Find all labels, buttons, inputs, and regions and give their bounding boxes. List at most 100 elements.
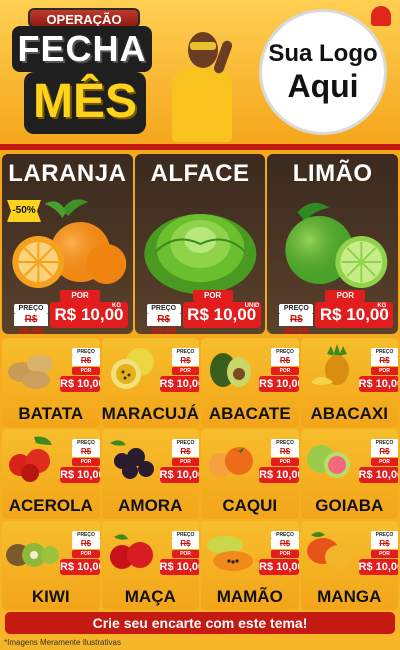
- old-price: R$ 20,00: [171, 356, 199, 375]
- old-price: R$ 20,00: [146, 314, 181, 334]
- unit-label: KG: [112, 303, 121, 309]
- promo-badge: OPERAÇÃO FECHA MÊS: [10, 8, 160, 140]
- lettuce-icon: [144, 214, 257, 294]
- por-label: POR: [192, 290, 233, 302]
- header-divider: [0, 144, 400, 150]
- product-name: AMORA: [118, 495, 183, 515]
- pineapple-icon: [310, 344, 349, 385]
- price: R$ 10,00: [259, 467, 299, 484]
- old-price: R$ 20,00: [271, 538, 299, 558]
- featured-card-laranja[interactable]: LARANJA -50% POR PREÇO R$ 20,00 R$ 10,00…: [2, 154, 133, 334]
- old-price: R$ 20,00: [72, 538, 100, 558]
- papaya-icon: [207, 535, 253, 571]
- price-tag: PREÇO R$ 20,00 POR R$ 10,00: [357, 348, 398, 398]
- price-tag: POR PREÇO R$ 20,00 R$ 10,00 KG: [277, 290, 394, 334]
- product-grid: PREÇO R$ 20,00 POR R$ 10,00 BATATA PREÇO…: [2, 338, 398, 610]
- header: OPERAÇÃO FECHA MÊS Sua Logo Aqui: [0, 0, 400, 150]
- product-name: BATATA: [18, 404, 84, 424]
- price-tag: POR PREÇO R$ 20,00 R$ 10,00 UNID: [145, 290, 261, 334]
- preco-label: PREÇO: [271, 530, 299, 539]
- price-tag: PREÇO R$ 20,00 POR R$ 10,00: [158, 439, 199, 489]
- product-name: ABACAXI: [310, 404, 388, 424]
- por-label: POR: [271, 549, 299, 558]
- cta-banner[interactable]: Crie seu encarte com este tema!: [5, 612, 395, 634]
- product-card-maracuja[interactable]: PREÇO R$ 20,00 POR R$ 10,00 MARACUJÁ: [101, 338, 199, 428]
- siren-icon: [371, 6, 391, 26]
- product-name: ABACATE: [208, 404, 291, 424]
- apple-icon: [109, 534, 153, 569]
- por-label: POR: [271, 367, 299, 375]
- acerola-icon: [9, 436, 52, 483]
- product-card-kiwi[interactable]: PREÇO R$ 20,00 POR R$ 10,00 KIWI: [2, 520, 100, 610]
- old-price: R$ 20,00: [370, 356, 398, 375]
- por-label: POR: [72, 367, 100, 375]
- sunglasses-icon: [190, 42, 216, 50]
- product-card-abacaxi[interactable]: PREÇO R$ 20,00 POR R$ 10,00 ABACAXI: [300, 338, 398, 428]
- por-label: POR: [325, 290, 366, 302]
- product-card-goiaba[interactable]: PREÇO R$ 20,00 POR R$ 10,00 GOIABA: [300, 429, 398, 519]
- promo-title-line2: FECHA: [12, 26, 152, 72]
- product-name: MANGA: [317, 587, 382, 606]
- preco-label: PREÇO: [370, 530, 398, 539]
- price: R$ 10,00: [159, 467, 199, 484]
- product-name: MAÇA: [124, 587, 176, 606]
- avocado-icon: [210, 353, 251, 387]
- preco-label: PREÇO: [171, 348, 199, 356]
- persimmon-icon: [209, 447, 253, 478]
- product-name: ALFACE: [150, 160, 250, 187]
- logo-text-line1: Sua Logo: [268, 40, 378, 67]
- price: R$ 10,00: [358, 376, 398, 392]
- kiwi-icon: [6, 542, 59, 567]
- price-tag: PREÇO R$ 20,00 POR R$ 10,00: [158, 530, 199, 581]
- preco-label: PREÇO: [271, 348, 299, 356]
- featured-card-alface[interactable]: ALFACE POR PREÇO R$ 20,00 R$ 10,00 UNID: [134, 154, 266, 334]
- preco-label: PREÇO: [72, 348, 100, 356]
- price-tag: PREÇO R$ 20,00 POR R$ 10,00: [357, 530, 398, 581]
- discount-badge: -50%: [7, 200, 41, 222]
- product-card-batata[interactable]: PREÇO R$ 20,00 POR R$ 10,00 BATATA: [2, 338, 100, 428]
- price-tag: PREÇO R$ 20,00 POR R$ 10,00: [158, 348, 199, 398]
- por-label: POR: [60, 290, 100, 302]
- promo-title-line1: OPERAÇÃO: [28, 8, 140, 28]
- logo-placeholder[interactable]: Sua Logo Aqui: [259, 9, 387, 135]
- featured-products: LARANJA -50% POR PREÇO R$ 20,00 R$ 10,00…: [2, 154, 399, 334]
- old-price: R$ 20,00: [271, 447, 299, 466]
- logo-text-line2: Aqui: [287, 68, 359, 104]
- price-tag: PREÇO R$ 20,00 POR R$ 10,00: [257, 530, 299, 581]
- product-card-maca[interactable]: PREÇO R$ 20,00 POR R$ 10,00 MAÇA: [101, 520, 199, 610]
- product-name: LARANJA: [8, 160, 127, 187]
- price-tag: POR PREÇO R$ 20,00 R$ 10,00 KG: [12, 290, 128, 334]
- blackberry-icon: [109, 440, 154, 480]
- price: R$ 10,00: [60, 467, 100, 484]
- product-card-manga[interactable]: PREÇO R$ 20,00 POR R$ 10,00 MANGA: [300, 520, 398, 610]
- old-price: R$ 20,00: [370, 447, 398, 466]
- por-label: POR: [370, 367, 398, 375]
- product-card-acerola[interactable]: PREÇO R$ 20,00 POR R$ 10,00 ACEROLA: [2, 429, 100, 519]
- price: R$ 10,00: [358, 558, 398, 575]
- featured-card-limao[interactable]: LIMÃO POR PREÇO R$ 20,00 R$ 10,00 KG: [267, 154, 399, 334]
- product-name: GOIABA: [315, 495, 384, 515]
- price: R$ 10,00: [60, 558, 100, 575]
- flyer: OPERAÇÃO FECHA MÊS Sua Logo Aqui LARANJA: [0, 0, 400, 650]
- price: R$ 10,00: [159, 376, 199, 392]
- preco-label: PREÇO: [72, 439, 100, 448]
- price-tag: PREÇO R$ 20,00 POR R$ 10,00: [58, 530, 100, 581]
- preco-label: PREÇO: [171, 439, 199, 448]
- por-label: POR: [72, 458, 100, 467]
- por-label: POR: [171, 549, 199, 558]
- passion-fruit-icon: [110, 348, 154, 389]
- price-tag: PREÇO R$ 20,00 POR R$ 10,00: [58, 348, 100, 398]
- product-card-abacate[interactable]: PREÇO R$ 20,00 POR R$ 10,00 ABACATE: [201, 338, 299, 428]
- preco-label: PREÇO: [271, 439, 299, 448]
- price-tag: PREÇO R$ 20,00 POR R$ 10,00: [58, 439, 100, 489]
- por-label: POR: [171, 458, 199, 467]
- product-name: KIWI: [31, 587, 70, 606]
- product-card-mamao[interactable]: PREÇO R$ 20,00 POR R$ 10,00 MAMÃO: [201, 520, 299, 610]
- price: R$ 10,00: [358, 467, 398, 484]
- price-tag: PREÇO R$ 20,00 POR R$ 10,00: [257, 348, 299, 398]
- old-price: R$ 20,00: [171, 447, 199, 466]
- product-name: MARACUJÁ: [101, 404, 199, 424]
- product-card-amora[interactable]: PREÇO R$ 20,00 POR R$ 10,00 AMORA: [101, 429, 199, 519]
- product-card-caqui[interactable]: PREÇO R$ 20,00 POR R$ 10,00 CAQUI: [201, 429, 299, 519]
- price: R$ 10,00: [259, 558, 299, 575]
